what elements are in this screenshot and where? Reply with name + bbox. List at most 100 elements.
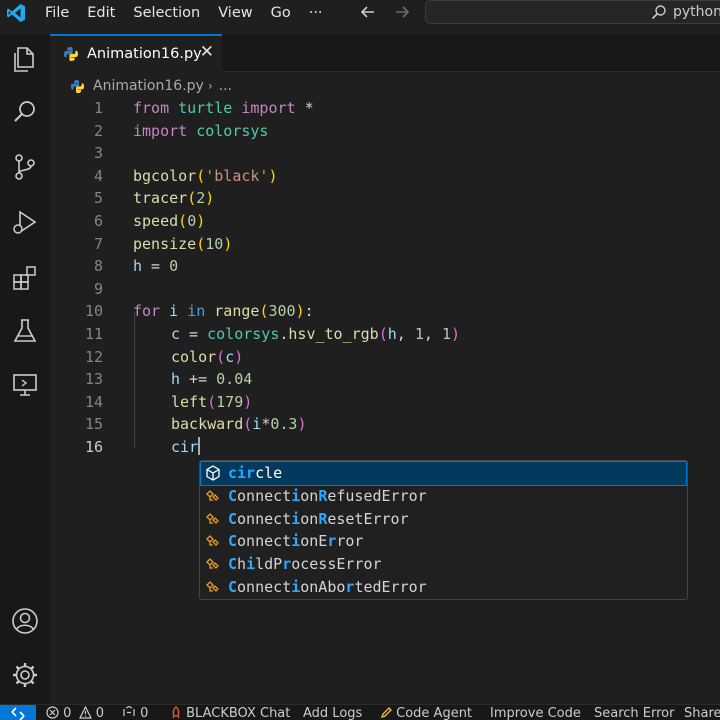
code-line: 12 color(c) — [50, 346, 720, 369]
code-editor[interactable]: 1 from turtle import * 2 import colorsys… — [50, 96, 720, 704]
extensions-icon[interactable] — [10, 262, 40, 292]
line-number: 1 — [93, 99, 103, 117]
code-line: 4 bgcolor('black') — [50, 165, 720, 188]
forward-arrow-icon[interactable] — [392, 2, 412, 22]
code-text: from turtle import * — [133, 99, 314, 117]
code-line: 7 pensize(10) — [50, 233, 720, 256]
breadcrumb-symbols[interactable]: ... — [219, 78, 232, 94]
code-line: 1 from turtle import * — [50, 97, 720, 120]
code-line: 13 h += 0.04 — [50, 368, 720, 391]
suggestion-item[interactable]: ConnectionRefusedError — [201, 485, 686, 508]
class-icon — [206, 558, 219, 570]
suggestion-item[interactable]: ConnectionAbortedError — [201, 575, 686, 598]
code-text: import colorsys — [133, 121, 269, 140]
share-button[interactable]: Share — [684, 705, 720, 720]
line-number: 15 — [84, 415, 103, 434]
menu-bar: File Edit Selection View Go ··· — [36, 0, 332, 26]
error-count: 0 — [63, 706, 72, 720]
title-bar: File Edit Selection View Go ··· python — [0, 0, 720, 26]
code-agent-label: Code Agent — [396, 706, 473, 720]
run-debug-icon[interactable] — [10, 207, 40, 237]
menu-view[interactable]: View — [209, 0, 261, 26]
improve-code-button[interactable]: Improve Code — [490, 705, 581, 720]
code-text: c = colorsys.hsv_to_rgb(h, 1, 1) — [171, 325, 460, 343]
code-line-active: 16 cir — [50, 436, 720, 459]
code-text: pensize(10) — [133, 234, 233, 253]
back-arrow-icon[interactable] — [358, 2, 378, 22]
ports-status[interactable]: 0 — [122, 705, 148, 720]
autocomplete-suggestions: circle ConnectionRefusedError Connection… — [199, 460, 688, 600]
breadcrumb-file[interactable]: Animation16.py — [93, 78, 204, 94]
suggestion-label: ConnectionError — [228, 532, 364, 551]
menu-file[interactable]: File — [36, 0, 78, 26]
code-line: 6 speed(0) — [50, 210, 720, 233]
code-line: 3 — [50, 142, 720, 165]
code-text: h = 0 — [133, 257, 179, 276]
source-control-icon[interactable] — [10, 152, 40, 182]
code-text: cir — [171, 437, 201, 456]
vscode-logo-icon — [7, 4, 25, 22]
tab-label: Animation16.py — [87, 46, 202, 62]
warning-count: 0 — [95, 706, 104, 720]
code-text: speed(0) — [133, 212, 206, 230]
python-file-icon — [70, 79, 85, 93]
code-line: 10 for i in range(300): — [50, 300, 720, 323]
suggestion-item[interactable]: ConnectionError — [201, 530, 686, 553]
text-cursor — [198, 437, 201, 455]
line-number: 5 — [93, 189, 103, 208]
blackbox-chat-label: BLACKBOX Chat — [186, 706, 291, 720]
line-number: 2 — [93, 121, 103, 140]
explorer-icon[interactable] — [10, 44, 40, 74]
add-logs-button[interactable]: Add Logs — [303, 705, 362, 720]
method-cube-icon — [206, 465, 220, 482]
search-view-icon[interactable] — [10, 97, 40, 127]
tab-animation16[interactable]: Animation16.py ✕ — [50, 34, 222, 72]
command-center[interactable]: python — [425, 0, 720, 24]
python-file-icon — [64, 47, 78, 61]
line-number: 9 — [93, 279, 103, 298]
menu-edit[interactable]: Edit — [78, 0, 124, 26]
editor-tabs: Animation16.py ✕ — [50, 34, 720, 72]
problems-status[interactable]: 0 0 — [46, 705, 104, 720]
line-number: 14 — [84, 392, 103, 411]
menu-more[interactable]: ··· — [300, 0, 332, 26]
code-line: 5 tracer(2) — [50, 187, 720, 210]
code-agent-button[interactable]: Code Agent — [380, 705, 472, 720]
suggestion-item[interactable]: ConnectionResetError — [201, 508, 686, 531]
activity-bar — [0, 34, 50, 704]
remote-icon — [11, 707, 25, 720]
suggestion-item[interactable]: circle — [200, 461, 687, 486]
class-icon — [206, 535, 219, 547]
line-number: 4 — [93, 166, 103, 185]
line-number: 13 — [84, 370, 103, 389]
code-text: left(179) — [171, 392, 253, 411]
breadcrumb: Animation16.py › ... — [70, 76, 232, 96]
status-bar: 0 0 0 BLACKBOX Chat Add Logs Code Agent … — [0, 704, 720, 720]
search-error-button[interactable]: Search Error — [594, 705, 674, 720]
settings-gear-icon[interactable] — [10, 660, 40, 690]
navigation-arrows — [358, 2, 412, 22]
code-line: 15 backward(i*0.3) — [50, 413, 720, 436]
code-line: 9 — [50, 278, 720, 301]
pen-icon — [380, 707, 392, 719]
line-number: 12 — [84, 347, 103, 366]
menu-go[interactable]: Go — [262, 0, 300, 26]
class-icon — [206, 512, 219, 524]
suggestion-label: circle — [228, 464, 283, 483]
line-number: 10 — [84, 302, 103, 321]
blackbox-chat-button[interactable]: BLACKBOX Chat — [170, 705, 290, 720]
remote-explorer-icon[interactable] — [10, 370, 40, 400]
menu-selection[interactable]: Selection — [124, 0, 209, 26]
remote-indicator[interactable] — [0, 705, 36, 720]
suggestion-item[interactable]: ChildProcessError — [201, 553, 686, 576]
line-number: 6 — [93, 212, 103, 230]
rocket-icon — [172, 706, 180, 719]
code-text: bgcolor('black') — [133, 166, 278, 185]
account-icon[interactable] — [10, 606, 40, 636]
line-number: 11 — [84, 325, 103, 343]
chevron-right-icon: › — [207, 79, 213, 93]
close-icon[interactable]: ✕ — [200, 42, 214, 62]
line-number: 7 — [93, 234, 103, 253]
testing-flask-icon[interactable] — [10, 316, 40, 346]
code-text: tracer(2) — [133, 189, 215, 208]
